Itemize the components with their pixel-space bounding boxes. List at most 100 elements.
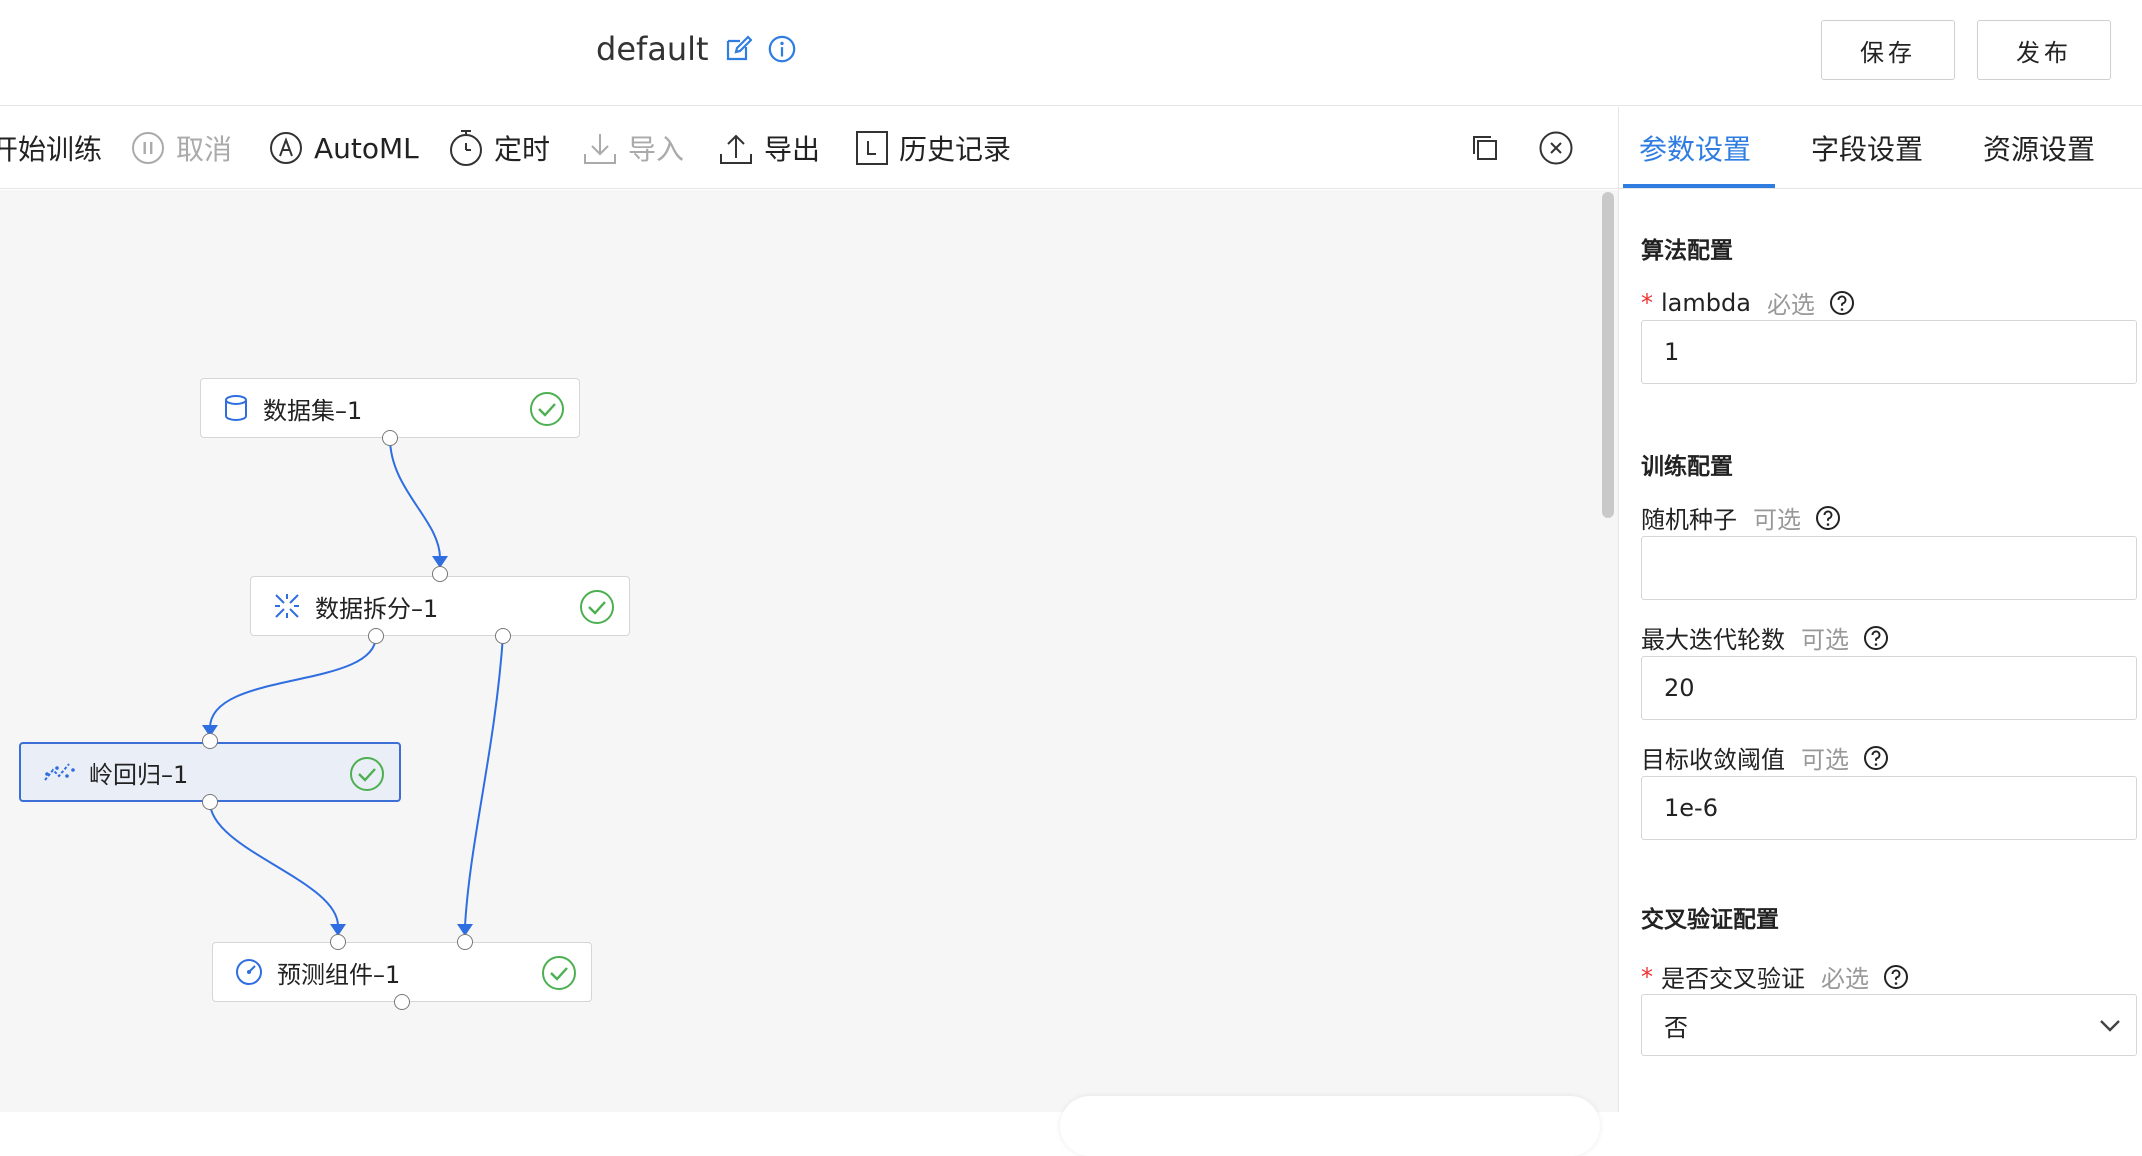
input-port[interactable] (457, 934, 473, 950)
settings-panel: 参数设置 字段设置 资源设置 算法配置 * lambda 必选 1 训练配置 随… (1618, 107, 2142, 1112)
edge-split-to-ridge (209, 635, 377, 729)
output-port[interactable] (382, 430, 398, 446)
node-data-split[interactable]: 数据拆分–1 (250, 576, 630, 636)
cross-validate-select[interactable]: 否 (1641, 994, 2137, 1056)
active-tab-indicator (1623, 184, 1775, 188)
pause-icon (132, 132, 164, 164)
edge-dataset-to-split (389, 437, 441, 559)
output-port[interactable] (394, 994, 410, 1010)
chevron-down-icon (2100, 1020, 2120, 1032)
max-iter-input[interactable]: 20 (1641, 656, 2137, 720)
import-icon (584, 134, 616, 164)
success-check-icon (530, 392, 564, 426)
import-label: 导入 (628, 133, 685, 166)
toolbar: 开始训练 取消 AutoML 定时 导入 导出 历史记录 (0, 107, 1618, 189)
automl-label: AutoML (314, 131, 419, 165)
required-mark: * (1641, 288, 1653, 317)
lambda-input[interactable]: 1 (1641, 320, 2137, 384)
tolerance-label-text: 目标收敛阈值 (1641, 746, 1785, 774)
random-seed-hint: 可选 (1753, 506, 1801, 534)
tab-field-settings[interactable]: 字段设置 (1811, 107, 1923, 189)
copy-button[interactable] (1470, 107, 1500, 189)
lambda-label-text: lambda (1661, 288, 1751, 317)
start-training-label: 开始训练 (0, 133, 103, 166)
cancel-button[interactable]: 取消 (130, 107, 232, 189)
edge-split-to-predict (464, 635, 504, 927)
import-button[interactable]: 导入 (582, 107, 684, 189)
history-icon (856, 131, 888, 165)
max-iter-label-text: 最大迭代轮数 (1641, 626, 1785, 654)
lambda-label: * lambda 必选 (1641, 285, 1855, 320)
success-check-icon (350, 757, 384, 791)
export-icon (720, 134, 752, 164)
workflow-canvas[interactable]: 数据集–1 数据拆分–1 岭回归–1 预测组件–1 (0, 190, 1618, 1112)
export-button[interactable]: 导出 (718, 107, 820, 189)
cross-validate-hint: 必选 (1821, 965, 1869, 993)
tab-resource-settings[interactable]: 资源设置 (1983, 107, 2095, 189)
help-icon[interactable] (1815, 505, 1841, 531)
database-icon (225, 395, 247, 422)
section-training-title: 训练配置 (1641, 454, 1733, 480)
output-port[interactable] (368, 628, 384, 644)
start-training-button[interactable]: 开始训练 (0, 107, 102, 189)
page-title: default (596, 30, 709, 68)
history-label: 历史记录 (899, 133, 1012, 166)
output-port[interactable] (495, 628, 511, 644)
tolerance-input[interactable]: 1e-6 (1641, 776, 2137, 840)
input-port[interactable] (202, 733, 218, 749)
close-circle-icon (1539, 131, 1573, 165)
success-check-icon (580, 590, 614, 624)
history-button[interactable]: 历史记录 (855, 107, 1011, 189)
input-port[interactable] (432, 566, 448, 582)
save-button[interactable]: 保存 (1821, 20, 1955, 80)
section-cross-validation-title: 交叉验证配置 (1641, 907, 1779, 933)
cancel-label: 取消 (176, 133, 233, 166)
edge-ridge-to-predict (209, 801, 339, 927)
header-bar: default 保存 发布 (0, 0, 2142, 106)
close-button[interactable] (1538, 107, 1574, 189)
help-icon[interactable] (1883, 964, 1909, 990)
cross-validate-label-text: 是否交叉验证 (1661, 965, 1805, 993)
success-check-icon (542, 956, 576, 990)
node-predict[interactable]: 预测组件–1 (212, 942, 592, 1002)
node-dataset[interactable]: 数据集–1 (200, 378, 580, 438)
edit-icon[interactable] (723, 34, 753, 64)
schedule-button[interactable]: 定时 (448, 107, 550, 189)
gauge-icon (236, 959, 262, 985)
automl-icon (270, 132, 302, 164)
timer-icon (450, 130, 482, 166)
help-icon[interactable] (1863, 745, 1889, 771)
max-iter-hint: 可选 (1801, 626, 1849, 654)
publish-button[interactable]: 发布 (1977, 20, 2111, 80)
input-port[interactable] (330, 934, 346, 950)
output-port[interactable] (202, 794, 218, 810)
node-label: 预测组件–1 (277, 960, 401, 989)
random-seed-label-text: 随机种子 (1641, 506, 1737, 534)
tolerance-label: 目标收敛阈值 可选 (1641, 740, 1889, 775)
panel-tabs: 参数设置 字段设置 资源设置 (1619, 107, 2142, 189)
cross-validate-label: * 是否交叉验证 必选 (1641, 959, 1909, 994)
info-icon[interactable] (767, 34, 797, 64)
minimap-panel[interactable] (1060, 1096, 1600, 1156)
node-ridge-regression[interactable]: 岭回归–1 (19, 742, 401, 802)
section-algorithm-title: 算法配置 (1641, 238, 1733, 264)
node-label: 数据集–1 (263, 396, 363, 425)
tolerance-hint: 可选 (1801, 746, 1849, 774)
export-label: 导出 (764, 133, 821, 166)
split-icon (275, 594, 299, 618)
title-group: default (596, 26, 797, 72)
help-icon[interactable] (1863, 625, 1889, 651)
tab-param-settings[interactable]: 参数设置 (1639, 107, 1751, 189)
automl-button[interactable]: AutoML (268, 107, 419, 189)
canvas-scrollbar[interactable] (1602, 192, 1614, 518)
schedule-label: 定时 (494, 133, 551, 166)
help-icon[interactable] (1829, 290, 1855, 316)
copy-icon (1473, 136, 1497, 160)
node-label: 岭回归–1 (89, 760, 189, 789)
cross-validate-value: 否 (1664, 1013, 1688, 1042)
regression-icon (44, 763, 75, 781)
random-seed-label: 随机种子 可选 (1641, 500, 1841, 535)
node-label: 数据拆分–1 (315, 594, 439, 623)
required-mark: * (1641, 962, 1653, 991)
random-seed-input[interactable] (1641, 536, 2137, 600)
